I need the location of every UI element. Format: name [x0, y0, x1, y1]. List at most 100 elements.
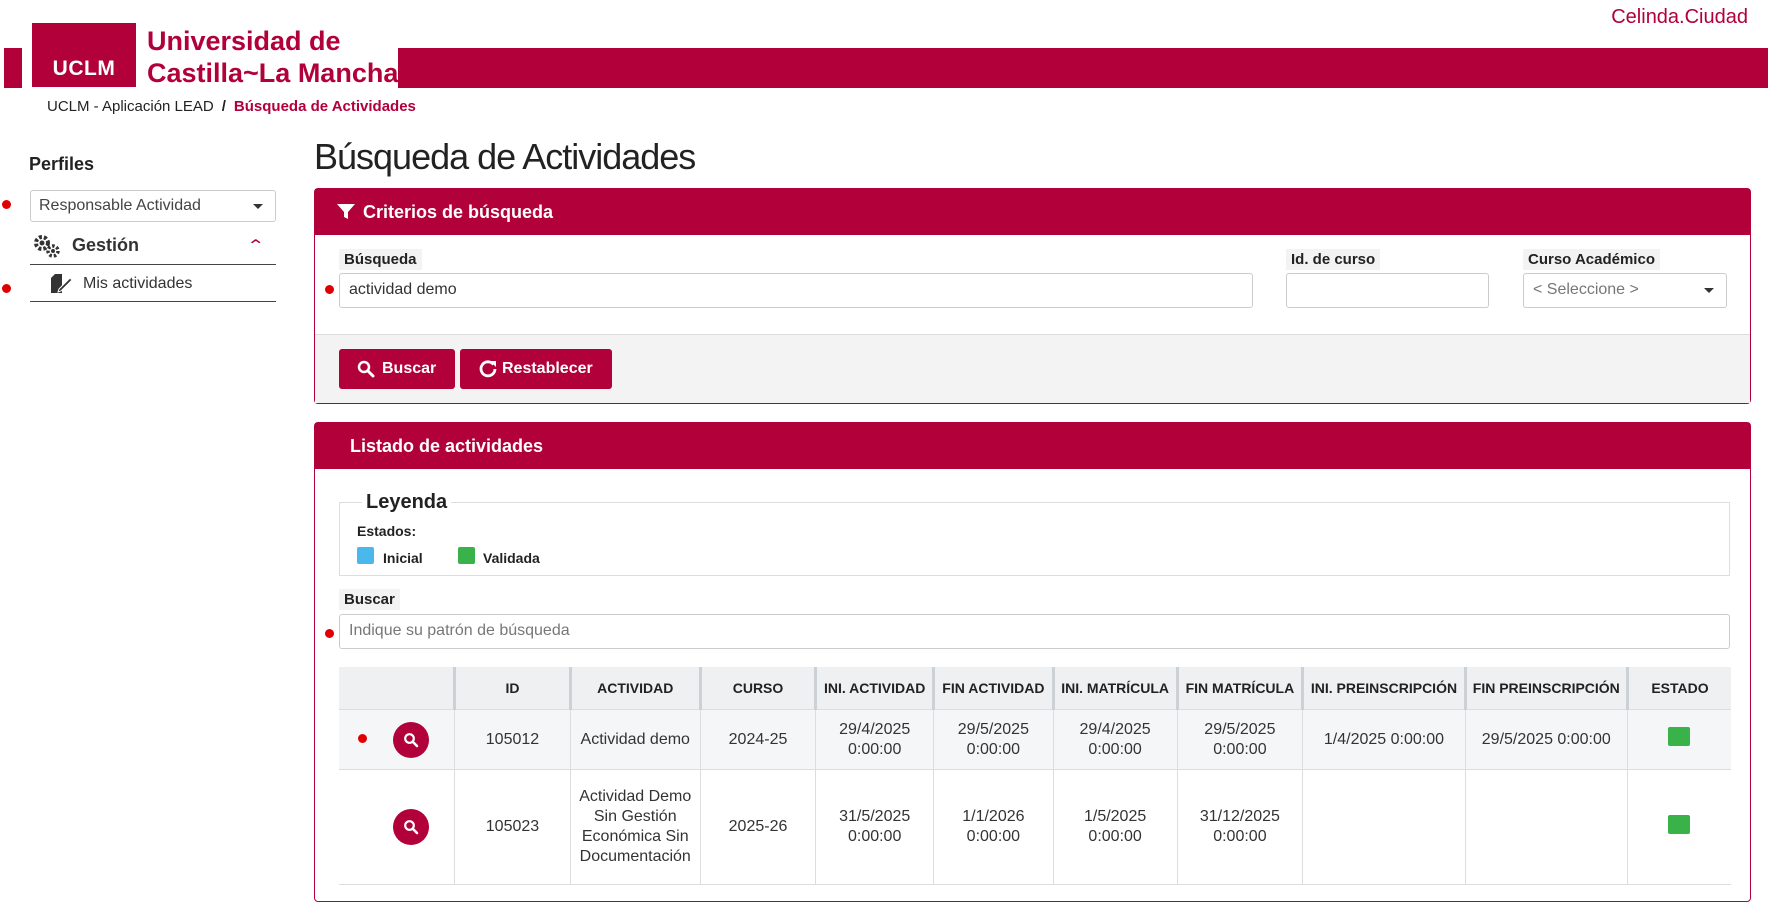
- profile-select[interactable]: Responsable Actividad: [30, 190, 276, 222]
- column-header-ini-preinscripcion[interactable]: INI. PREINSCRIPCIÓN: [1302, 667, 1467, 710]
- curso-academico-value: < Seleccione >: [1533, 281, 1639, 298]
- table-header-row: ID ACTIVIDAD CURSO INI. ACTIVIDAD FIN AC…: [339, 667, 1731, 710]
- cell-fin-actividad: 29/5/2025 0:00:00: [933, 709, 1054, 770]
- caret-down-icon: [253, 204, 263, 209]
- curso-academico-select[interactable]: < Seleccione >: [1523, 273, 1727, 308]
- sidebar-item-label: Mis actividades: [83, 275, 193, 292]
- edit-document-icon: [51, 274, 72, 293]
- search-icon: [357, 360, 375, 378]
- filter-icon: [337, 204, 355, 219]
- cell-ini-actividad: 31/5/2025 0:00:00: [815, 769, 935, 885]
- cell-fin-actividad: 1/1/2026 0:00:00: [933, 769, 1054, 885]
- filter-label: Buscar: [339, 589, 400, 610]
- profile-select-value: Responsable Actividad: [39, 197, 201, 214]
- column-header-actividad[interactable]: ACTIVIDAD: [570, 667, 702, 710]
- cell-fin-matricula: 29/5/2025 0:00:00: [1177, 709, 1304, 770]
- search-criteria-title: Criterios de búsqueda: [363, 202, 554, 222]
- focus-dot: [2, 200, 11, 209]
- user-name-link[interactable]: Celinda.Ciudad: [1611, 6, 1748, 29]
- university-name-line1: Universidad de: [147, 26, 341, 56]
- buscar-button[interactable]: Buscar: [339, 349, 455, 389]
- column-header-fin-matricula[interactable]: FIN MATRÍCULA: [1177, 667, 1305, 710]
- filter-input[interactable]: Indique su patrón de búsqueda: [339, 614, 1730, 649]
- view-activity-button[interactable]: [392, 721, 429, 758]
- column-header: [339, 667, 457, 710]
- search-actions-bar: Buscar Restablecer: [315, 334, 1750, 403]
- buscar-label: Buscar: [382, 360, 437, 377]
- restablecer-button[interactable]: Restablecer: [460, 349, 612, 389]
- activities-list-header: Listado de actividades: [315, 423, 1750, 469]
- focus-dot: [2, 284, 11, 293]
- search-criteria-card: Criterios de búsqueda Búsqueda actividad…: [314, 188, 1751, 404]
- reset-icon: [479, 360, 497, 378]
- legend-label-inicial: Inicial: [383, 550, 423, 566]
- legend-swatch-validada: [458, 547, 475, 564]
- row-action-cell: [339, 769, 456, 885]
- cell-estado: [1627, 769, 1731, 885]
- status-badge: [1668, 814, 1691, 834]
- breadcrumb-root[interactable]: UCLM - Aplicación LEAD: [47, 98, 214, 115]
- activities-list-title: Listado de actividades: [350, 436, 544, 456]
- uclm-logo[interactable]: UCLM: [32, 23, 136, 87]
- breadcrumb: UCLM - Aplicación LEAD / Búsqueda de Activ…: [47, 98, 416, 115]
- header-bar: [398, 48, 1768, 88]
- focus-dot: [358, 734, 367, 743]
- id-curso-input[interactable]: [1286, 273, 1489, 308]
- curso-academico-label: Curso Académico: [1523, 249, 1660, 270]
- gears-icon: [34, 235, 60, 258]
- cell-estado: [1627, 709, 1731, 770]
- busqueda-label: Búsqueda: [339, 249, 422, 270]
- cell-fin-preinscripcion: [1465, 769, 1628, 885]
- cell-curso: 2024-25: [700, 709, 817, 770]
- column-header-ini-matricula[interactable]: INI. MATRÍCULA: [1053, 667, 1179, 710]
- sidebar-item-mis-actividades[interactable]: Mis actividades: [30, 266, 276, 302]
- table-row: 105023 Actividad Demo Sin Gestión Económ…: [339, 769, 1731, 885]
- id-curso-label: Id. de curso: [1286, 249, 1381, 270]
- busqueda-input[interactable]: actividad demo: [339, 273, 1253, 308]
- activities-table: ID ACTIVIDAD CURSO INI. ACTIVIDAD FIN AC…: [339, 667, 1731, 885]
- view-activity-button[interactable]: [392, 809, 429, 845]
- cell-id: 105023: [454, 769, 571, 885]
- breadcrumb-separator: /: [221, 98, 226, 115]
- cell-ini-preinscripcion: [1302, 769, 1466, 885]
- search-criteria-header: Criterios de búsqueda: [315, 189, 1750, 235]
- column-header-id[interactable]: ID: [454, 667, 572, 710]
- cell-curso: 2025-26: [700, 769, 817, 885]
- legend-box: Estados: Inicial Validada: [339, 502, 1730, 576]
- column-header-curso[interactable]: CURSO: [700, 667, 818, 710]
- legend-title: Leyenda: [362, 491, 452, 514]
- activities-list-card: Listado de actividades Estados: Inicial …: [314, 422, 1751, 902]
- legend-label-validada: Validada: [483, 550, 540, 566]
- university-name[interactable]: Universidad de Castilla~La Mancha: [147, 25, 398, 89]
- column-header-fin-actividad[interactable]: FIN ACTIVIDAD: [933, 667, 1055, 710]
- university-name-line2: Castilla~La Mancha: [147, 58, 399, 88]
- header-accent-bar: [4, 48, 22, 88]
- cell-id: 105012: [454, 709, 571, 770]
- caret-down-icon: [1704, 288, 1714, 293]
- search-icon: [403, 820, 418, 835]
- legend-states-label: Estados:: [357, 523, 417, 539]
- chevron-up-icon[interactable]: ⌃: [246, 236, 265, 256]
- cell-fin-matricula: 31/12/2025 0:00:00: [1177, 769, 1304, 885]
- column-header-estado[interactable]: ESTADO: [1627, 667, 1731, 710]
- cell-fin-preinscripcion: 29/5/2025 0:00:00: [1465, 709, 1628, 770]
- page-title: Búsqueda de Actividades: [314, 136, 696, 177]
- logo-text: UCLM: [52, 57, 116, 80]
- sidebar-group-gestion[interactable]: Gestión ⌃: [30, 230, 276, 265]
- cell-actividad: Actividad Demo Sin Gestión Económica Sin…: [570, 769, 701, 885]
- sidebar-title: Perfiles: [29, 154, 95, 174]
- row-action-cell: [339, 709, 456, 770]
- column-header-fin-preinscripcion[interactable]: FIN PREINSCRIPCIÓN: [1465, 667, 1629, 710]
- sidebar-group-label: Gestión: [72, 235, 140, 255]
- focus-dot: [325, 285, 334, 294]
- restablecer-label: Restablecer: [502, 360, 593, 377]
- cell-ini-matricula: 1/5/2025 0:00:00: [1053, 769, 1178, 885]
- status-badge: [1668, 727, 1691, 746]
- cell-ini-actividad: 29/4/2025 0:00:00: [815, 709, 935, 770]
- breadcrumb-current: Búsqueda de Actividades: [233, 98, 416, 115]
- legend-swatch-inicial: [357, 547, 374, 564]
- cell-actividad: Actividad demo: [570, 709, 701, 770]
- table-row: 105012 Actividad demo 2024-25 29/4/2025 …: [339, 709, 1731, 770]
- column-header-ini-actividad[interactable]: INI. ACTIVIDAD: [815, 667, 936, 710]
- search-icon: [403, 732, 418, 747]
